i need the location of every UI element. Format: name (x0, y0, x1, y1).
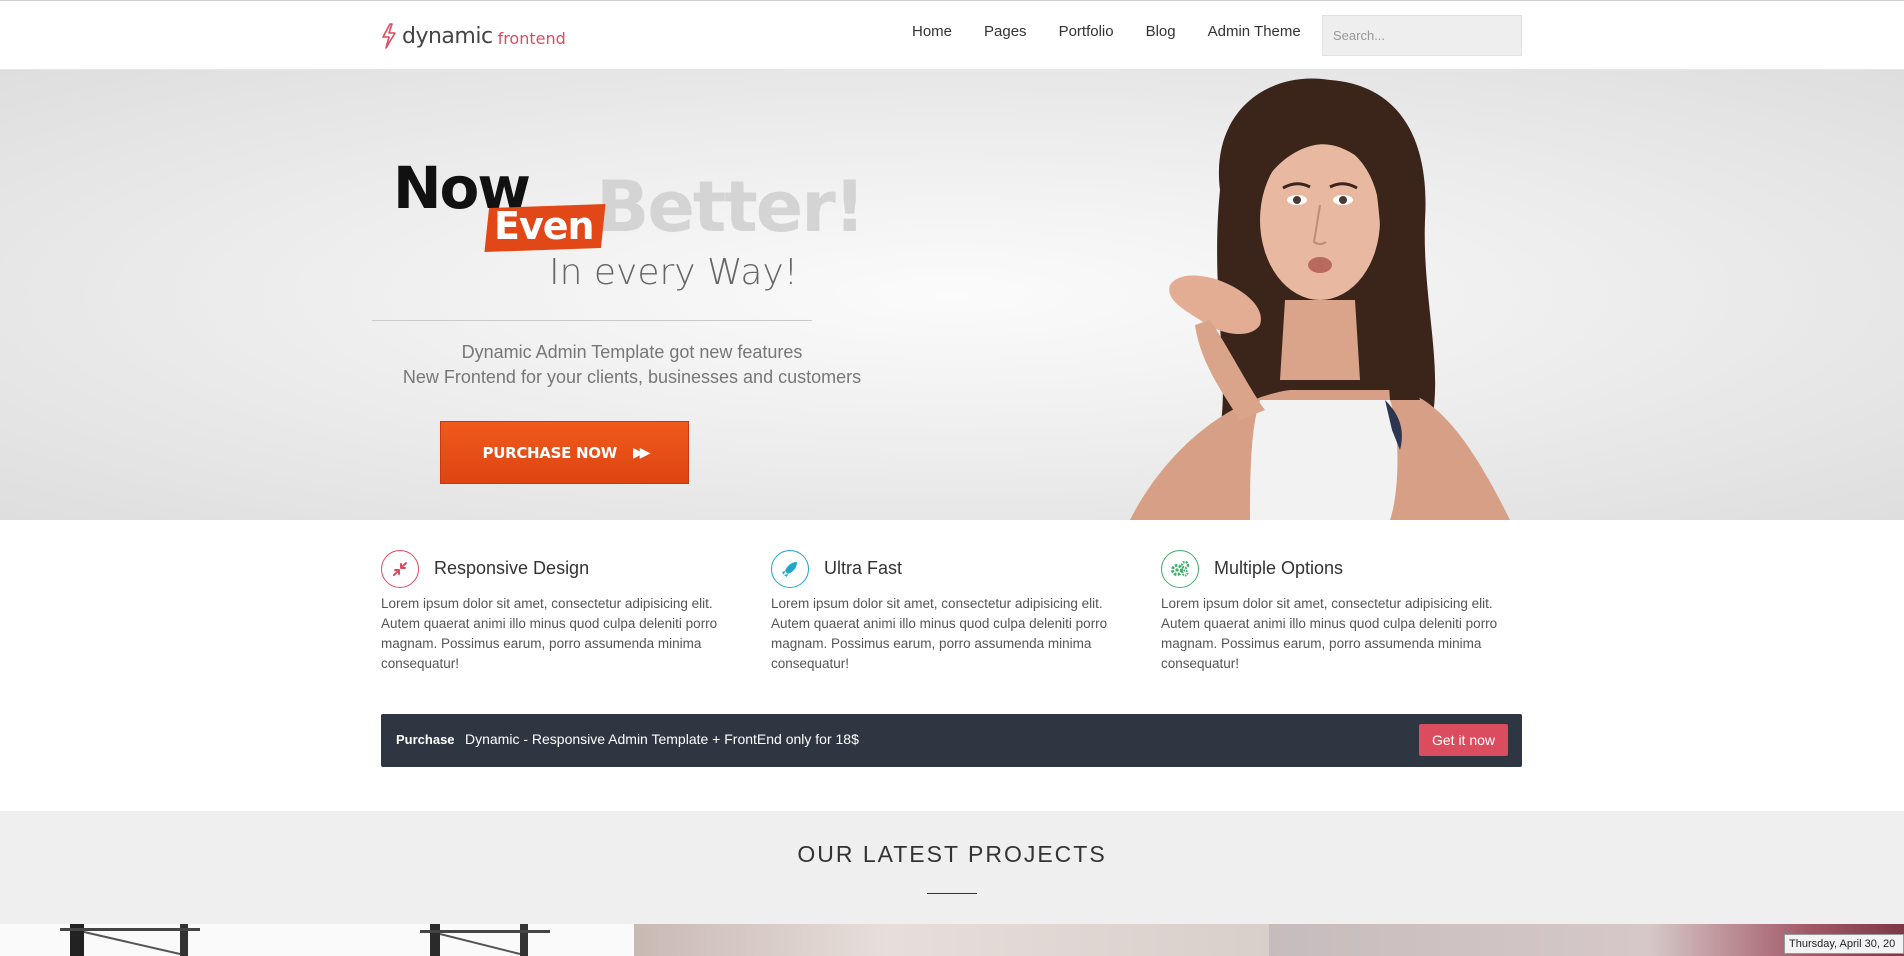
hero-tagline: In every Way! (549, 252, 799, 293)
feature-title: Multiple Options (1214, 558, 1344, 578)
search-input[interactable] (1322, 15, 1522, 56)
feature-title: Responsive Design (434, 558, 590, 578)
nav-admin-theme[interactable]: Admin Theme (1208, 23, 1301, 40)
feature-title: Ultra Fast (824, 558, 903, 578)
taskbar-clock: Thursday, April 30, 20 (1784, 934, 1904, 954)
fast-forward-icon: ▶▶ (632, 444, 650, 461)
hero-word-better: Better! (596, 166, 866, 248)
nav-home[interactable]: Home (912, 23, 952, 40)
compress-icon (381, 550, 419, 588)
rocket-icon (771, 550, 809, 588)
projects-heading: OUR LATEST PROJECTS (797, 841, 1107, 867)
nav-portfolio[interactable]: Portfolio (1059, 23, 1114, 40)
logo-text-primary: dynamic (402, 23, 493, 49)
gears-icon (1161, 550, 1199, 588)
hero-divider (372, 320, 812, 321)
project-thumbnail-1[interactable] (0, 924, 634, 956)
purchase-now-label: PURCHASE NOW (482, 443, 618, 462)
get-it-now-button[interactable]: Get it now (1419, 724, 1508, 756)
feature-text: Lorem ipsum dolor sit amet, consectetur … (381, 596, 718, 671)
feature-text: Lorem ipsum dolor sit amet, consectetur … (1161, 596, 1498, 671)
site-header: dynamic frontend Home Pages Portfolio Bl… (0, 1, 1904, 70)
purchase-now-button[interactable]: PURCHASE NOW ▶▶ (440, 421, 689, 484)
purchase-bar: Purchase Dynamic - Responsive Admin Temp… (381, 714, 1522, 767)
nav-pages[interactable]: Pages (984, 23, 1027, 40)
project-thumbnail-2[interactable] (634, 924, 1269, 956)
hero-subtitle-2: New Frontend for your clients, businesse… (402, 367, 862, 387)
site-logo[interactable]: dynamic frontend (380, 21, 566, 51)
projects-heading-underline (927, 893, 977, 894)
project-thumbnail-1-image (60, 924, 550, 956)
feature-text: Lorem ipsum dolor sit amet, consectetur … (771, 596, 1108, 671)
purchase-bar-label: Purchase (396, 732, 455, 747)
hero-subtitle-1: Dynamic Admin Template got new features (461, 342, 803, 362)
bolt-logo-icon (382, 23, 396, 49)
hero-word-even: Even (494, 204, 595, 248)
nav-blog[interactable]: Blog (1146, 23, 1176, 40)
purchase-bar-text: Dynamic - Responsive Admin Template + Fr… (465, 731, 859, 747)
main-nav: Home Pages Portfolio Blog Admin Theme (912, 23, 1333, 40)
hero-woman-image (1130, 78, 1510, 520)
logo-text-secondary: frontend (497, 28, 566, 48)
hero-banner: Now Better! Even In every Way! Dynamic A… (0, 70, 1904, 520)
